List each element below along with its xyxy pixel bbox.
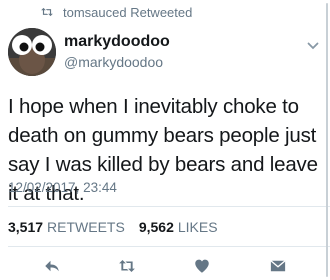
- tweet-timestamp[interactable]: 12/02/2017, 23:44: [8, 180, 117, 195]
- message-button[interactable]: [268, 257, 288, 275]
- avatar-image: [8, 28, 56, 76]
- retweet-banner: tomsauced Retweeted: [40, 4, 192, 20]
- divider: [8, 206, 330, 207]
- tweet-actions: [0, 257, 330, 277]
- avatar[interactable]: [8, 28, 56, 76]
- author-handle[interactable]: @markydoodoo: [64, 54, 163, 70]
- retweet-icon: [41, 7, 53, 17]
- likes-label[interactable]: LIKES: [178, 219, 218, 235]
- retweet-banner-text: tomsauced Retweeted: [63, 4, 193, 20]
- reply-icon: [45, 260, 59, 272]
- like-icon: [195, 259, 209, 273]
- tweet-stats: 3,517 RETWEETS 9,562 LIKES: [8, 219, 218, 235]
- retweets-label[interactable]: RETWEETS: [47, 219, 125, 235]
- reply-button[interactable]: [42, 257, 62, 275]
- author-display-name[interactable]: markydoodoo: [64, 33, 170, 51]
- chevron-down-icon[interactable]: [307, 40, 319, 52]
- scrollbar[interactable]: [326, 3, 328, 277]
- divider: [8, 246, 330, 247]
- retweet-button[interactable]: [117, 257, 137, 275]
- likes-count[interactable]: 9,562: [139, 219, 174, 235]
- like-button[interactable]: [192, 257, 212, 275]
- retweet-icon: [119, 260, 135, 272]
- message-icon: [270, 260, 286, 272]
- retweets-count[interactable]: 3,517: [8, 219, 43, 235]
